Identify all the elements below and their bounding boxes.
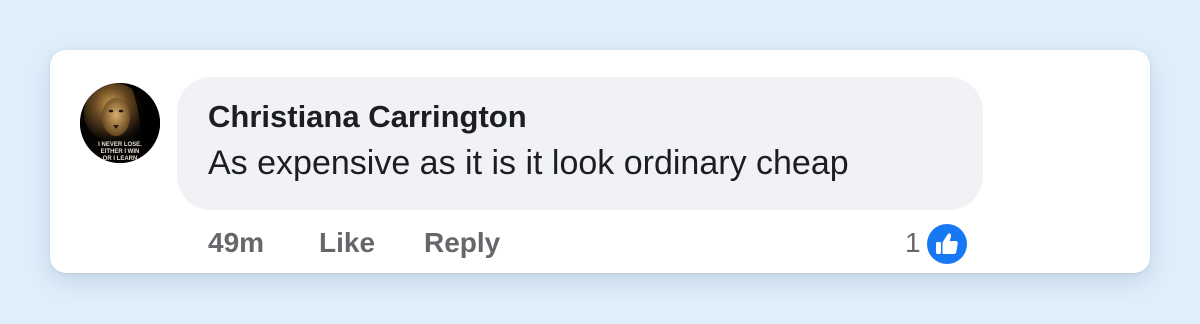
thumbs-up-icon <box>925 222 969 266</box>
lion-avatar-image: I NEVER LOSE. EITHER I WIN OR I LEARN <box>80 83 160 163</box>
avatar-text-line-1: I NEVER LOSE. <box>98 142 142 148</box>
comment-timestamp[interactable]: 49m <box>208 227 264 259</box>
comment-text: As expensive as it is it look ordinary c… <box>208 144 849 182</box>
like-button[interactable]: Like <box>319 227 375 259</box>
avatar[interactable]: I NEVER LOSE. EITHER I WIN OR I LEARN <box>80 83 160 163</box>
comment-card: I NEVER LOSE. EITHER I WIN OR I LEARN Ch… <box>50 50 1150 273</box>
reaction-count: 1 <box>905 227 921 258</box>
avatar-text-line-3: OR I LEARN <box>103 156 138 162</box>
reply-button[interactable]: Reply <box>424 227 500 259</box>
comment-author[interactable]: Christiana Carrington <box>208 99 527 135</box>
comment-actions: 49m Like Reply <box>50 227 1150 263</box>
avatar-text-line-2: EITHER I WIN <box>101 149 140 155</box>
comment-bubble: Christiana Carrington As expensive as it… <box>177 77 983 210</box>
